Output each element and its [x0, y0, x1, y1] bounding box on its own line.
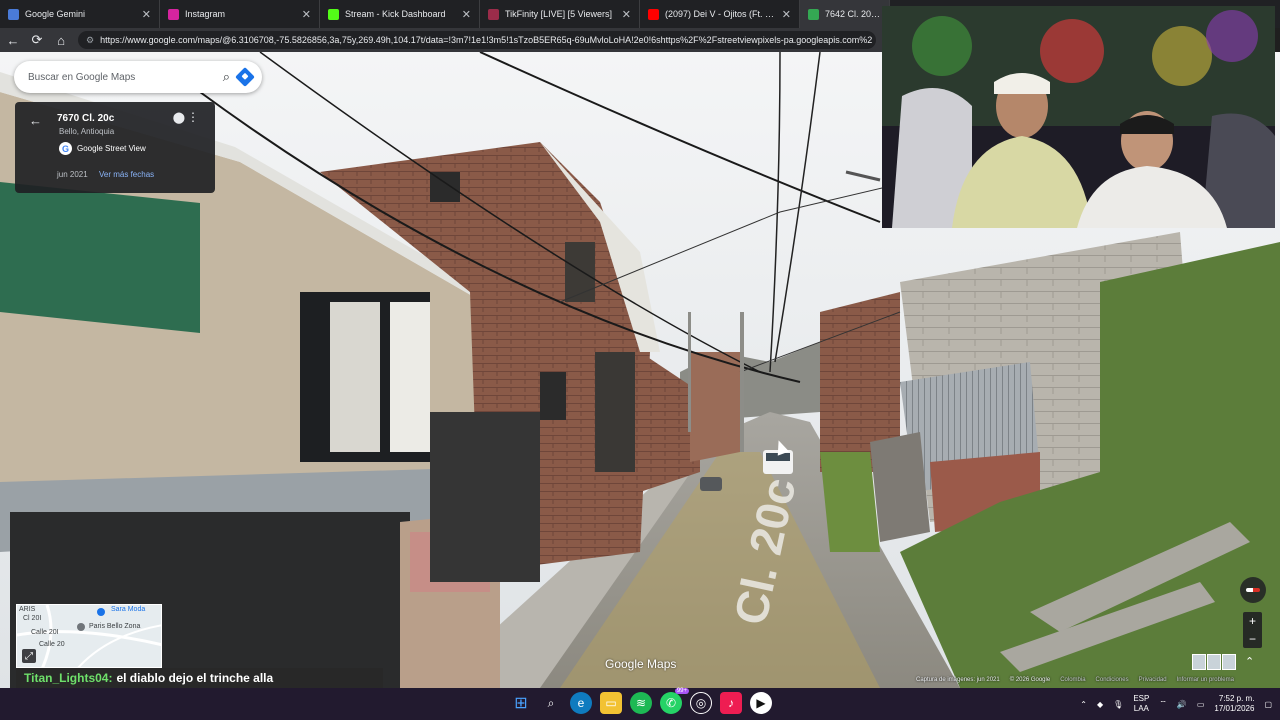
- copyright-text: © 2026 Google: [1009, 677, 1051, 683]
- battery-icon[interactable]: ▭: [1197, 700, 1205, 709]
- street-view-info-card: ← 7670 Cl. 20c Bello, Antioquia ⬤ ⋮ G Go…: [15, 102, 215, 193]
- reload-icon[interactable]: ⟳: [30, 32, 44, 48]
- google-maps-watermark: Google Maps: [605, 657, 677, 671]
- windows-taskbar: ⊞ ⌕ e ▭ ≋ ✆ 99+ ◎ ♪ ▶ ⌃ ◆ 🎙 ESP LAA ⌔ 🔊 ▭…: [0, 688, 1280, 720]
- search-icon[interactable]: ⌕: [223, 69, 230, 85]
- tab-favicon-icon: [648, 8, 659, 20]
- browser-tab[interactable]: (2097) Dei V - Ojitos (Ft. CG & Fab ✕: [640, 0, 800, 28]
- minimap-label: Calle 20I: [31, 629, 59, 636]
- tab-favicon-icon: [488, 8, 499, 20]
- site-info-icon[interactable]: ⚙: [86, 35, 94, 46]
- mini-map[interactable]: ARIS Sara Moda Paris Bello Zona Cl 20I C…: [16, 604, 162, 668]
- tab-label: Google Gemini: [25, 9, 86, 19]
- browser-tab[interactable]: Google Gemini ✕: [0, 0, 160, 28]
- browser-tab[interactable]: TikFinity [LIVE] [5 Viewers] ✕: [480, 0, 640, 28]
- maps-search-box[interactable]: Buscar en Google Maps ⌕: [14, 61, 262, 93]
- street-view-source: G Google Street View: [59, 142, 146, 155]
- directions-icon[interactable]: [235, 67, 255, 87]
- layers-button[interactable]: [1192, 654, 1236, 670]
- spotify-icon[interactable]: ≋: [630, 692, 652, 714]
- file-explorer-icon[interactable]: ▭: [600, 692, 622, 714]
- chat-message-text: el diablo dejo el trinche alla: [116, 671, 274, 685]
- minimap-label: ARIS: [19, 606, 36, 613]
- close-tab-icon[interactable]: ✕: [142, 8, 151, 21]
- close-tab-icon[interactable]: ✕: [462, 8, 471, 21]
- webcam-overlay: [882, 6, 1275, 228]
- tab-favicon-icon: [8, 8, 19, 20]
- notification-badge: 99+: [674, 688, 689, 694]
- minimap-label: Cl 20I: [23, 615, 42, 622]
- chevron-up-icon[interactable]: ⌃: [1080, 700, 1087, 709]
- close-tab-icon[interactable]: ✕: [782, 8, 791, 21]
- tab-favicon-icon: [168, 8, 179, 20]
- maps-footer: Captura de imágenes: jun 2021 © 2026 Goo…: [916, 677, 1234, 687]
- microphone-icon[interactable]: 🎙: [1113, 700, 1123, 709]
- location-locality: Bello, Antioquia: [59, 127, 115, 136]
- tiktok-icon[interactable]: ♪: [720, 692, 742, 714]
- terms-link[interactable]: Condiciones: [1096, 677, 1129, 687]
- volume-icon[interactable]: 🔊: [1177, 700, 1187, 709]
- url-text: https://www.google.com/maps/@6.3106708,-…: [100, 35, 873, 45]
- system-tray: ⌃ ◆ 🎙 ESP LAA ⌔ 🔊 ▭ 7:52 p. m. 17/01/202…: [1080, 690, 1272, 718]
- chevron-up-icon[interactable]: ⌃: [1245, 655, 1254, 668]
- chat-username: Titan_Lights04:: [24, 671, 113, 685]
- chat-message-overlay: Titan_Lights04: el diablo dejo el trinch…: [16, 668, 383, 688]
- language-indicator[interactable]: ESP LAA: [1133, 694, 1149, 714]
- google-logo-icon: G: [59, 142, 72, 155]
- browser-tab[interactable]: 7642 Cl. 20c - G: [800, 0, 890, 28]
- tab-label: 7642 Cl. 20c - G: [825, 9, 881, 19]
- tab-favicon-icon: [328, 8, 339, 20]
- minimap-label: Calle 20: [39, 641, 65, 648]
- browser-tab[interactable]: Stream - Kick Dashboard ✕: [320, 0, 480, 28]
- browser-toolbar: ← ⟳ ⌂ ⚙ https://www.google.com/maps/@6.3…: [0, 28, 882, 52]
- close-tab-icon[interactable]: ✕: [302, 8, 311, 21]
- source-label: Google Street View: [77, 144, 146, 153]
- home-icon[interactable]: ⌂: [54, 33, 68, 48]
- back-arrow-icon[interactable]: ←: [29, 113, 42, 128]
- zoom-control: + −: [1243, 612, 1262, 648]
- close-tab-icon[interactable]: ✕: [622, 8, 631, 21]
- tab-label: (2097) Dei V - Ojitos (Ft. CG & Fab: [665, 9, 776, 19]
- whatsapp-icon[interactable]: ✆ 99+: [660, 688, 689, 714]
- browser-tab[interactable]: Instagram ✕: [160, 0, 320, 28]
- report-problem-link[interactable]: Informar un problema: [1177, 677, 1234, 687]
- zoom-in-button[interactable]: +: [1249, 614, 1256, 628]
- network-app-icon[interactable]: ◆: [1097, 700, 1103, 709]
- imagery-capture-text: Captura de imágenes: jun 2021: [916, 677, 1000, 683]
- expand-map-icon[interactable]: ⤢: [22, 649, 36, 663]
- capture-date: jun 2021: [57, 170, 88, 179]
- search-icon[interactable]: ⌕: [540, 692, 562, 714]
- notifications-icon[interactable]: ▢: [1264, 700, 1272, 709]
- webcam-feed-image: [882, 6, 1275, 228]
- compass-icon[interactable]: [1240, 577, 1266, 603]
- more-dates-link[interactable]: Ver más fechas: [99, 170, 154, 179]
- tab-favicon-icon: [808, 8, 819, 20]
- privacy-link[interactable]: Privacidad: [1139, 677, 1167, 687]
- windows-start-icon[interactable]: ⊞: [510, 692, 532, 714]
- search-placeholder: Buscar en Google Maps: [28, 71, 136, 83]
- tab-label: Instagram: [185, 9, 226, 19]
- location-pin-icon[interactable]: ⬤: [173, 111, 185, 124]
- minimap-label: Paris Bello Zona: [89, 623, 141, 630]
- wifi-icon[interactable]: ⌔: [1159, 699, 1167, 709]
- zoom-out-button[interactable]: −: [1249, 632, 1256, 646]
- edge-browser-icon[interactable]: e: [570, 692, 592, 714]
- obs-icon[interactable]: ◎: [690, 692, 712, 714]
- tab-label: Stream - Kick Dashboard: [345, 9, 446, 19]
- minimap-label: Sara Moda: [111, 606, 146, 613]
- tab-label: TikFinity [LIVE] [5 Viewers]: [505, 9, 613, 19]
- clock[interactable]: 7:52 p. m. 17/01/2026: [1214, 694, 1254, 714]
- more-options-icon[interactable]: ⋮: [187, 110, 199, 124]
- location-address: 7670 Cl. 20c: [57, 113, 115, 124]
- address-bar[interactable]: ⚙ https://www.google.com/maps/@6.3106708…: [78, 31, 876, 49]
- country-link[interactable]: Colombia: [1060, 677, 1085, 687]
- media-player-icon[interactable]: ▶: [750, 692, 772, 714]
- back-icon[interactable]: ←: [6, 33, 20, 48]
